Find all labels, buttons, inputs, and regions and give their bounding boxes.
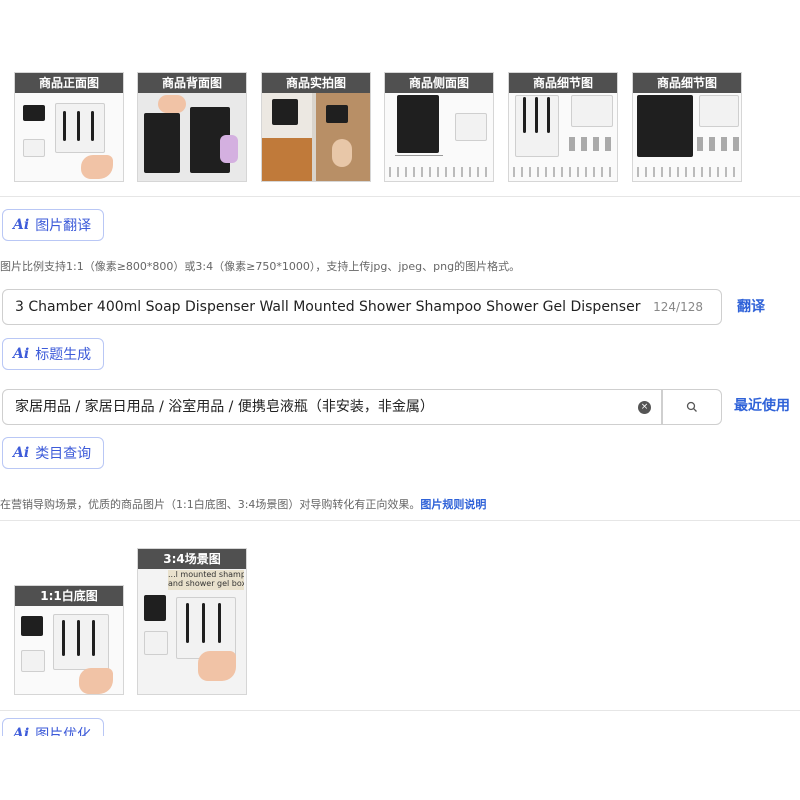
marketing-hint-text: 在营销导购场景，优质的商品图片（1:1白底图、3:4场景图）对导购转化有正向效果… bbox=[0, 498, 421, 511]
image-optimize-clip: Ai 图片优化 bbox=[0, 718, 120, 736]
recently-used-link[interactable]: 最近使用 bbox=[734, 395, 790, 415]
square-white-bg-image[interactable]: 1:1白底图 bbox=[14, 585, 124, 695]
button-label: 图片翻译 bbox=[35, 218, 92, 234]
section-divider bbox=[0, 196, 800, 197]
category-value: 家居用品 / 家居日用品 / 浴室用品 / 便携皂液瓶（非安装，非金属） bbox=[15, 399, 434, 415]
thumbnail-label: 商品细节图 bbox=[633, 73, 741, 93]
title-translate-link[interactable]: 翻译 bbox=[737, 296, 765, 316]
button-label: 图片优化 bbox=[35, 727, 92, 736]
product-image bbox=[385, 93, 493, 181]
thumbnail-label: 商品侧面图 bbox=[385, 73, 493, 93]
title-generate-button[interactable]: Ai 标题生成 bbox=[2, 338, 104, 370]
product-image bbox=[15, 606, 123, 694]
clear-icon[interactable]: × bbox=[638, 401, 651, 414]
product-image bbox=[15, 93, 123, 181]
title-value: 3 Chamber 400ml Soap Dispenser Wall Moun… bbox=[15, 299, 643, 315]
ai-icon: Ai bbox=[13, 445, 30, 461]
thumbnail-label: 商品正面图 bbox=[15, 73, 123, 93]
product-image bbox=[509, 93, 617, 181]
scene-caption: ...l mounted shampoo and shower gel box bbox=[168, 570, 244, 590]
section-divider bbox=[0, 520, 800, 521]
category-query-button[interactable]: Ai 类目查询 bbox=[2, 437, 104, 469]
ai-icon: Ai bbox=[13, 346, 30, 362]
image-rules-link[interactable]: 图片规则说明 bbox=[420, 498, 486, 511]
scene-image-label: 3:4场景图 bbox=[138, 549, 246, 569]
image-optimize-button[interactable]: Ai 图片优化 bbox=[2, 718, 104, 736]
thumbnail-label: 商品背面图 bbox=[138, 73, 246, 93]
thumbnail-real-shot[interactable]: 商品实拍图 bbox=[261, 72, 371, 182]
product-image bbox=[262, 93, 370, 181]
button-label: 类目查询 bbox=[35, 446, 92, 462]
thumbnail-detail-1[interactable]: 商品细节图 bbox=[508, 72, 618, 182]
section-divider bbox=[0, 710, 800, 711]
thumbnail-front[interactable]: 商品正面图 bbox=[14, 72, 124, 182]
image-translate-button[interactable]: Ai 图片翻译 bbox=[2, 209, 104, 241]
image-format-hint: 图片比例支持1:1（像素≥800*800）或3:4（像素≥750*1000），支… bbox=[0, 260, 521, 273]
category-input[interactable]: 家居用品 / 家居日用品 / 浴室用品 / 便携皂液瓶（非安装，非金属） × bbox=[2, 389, 662, 425]
thumbnail-label: 商品实拍图 bbox=[262, 73, 370, 93]
thumbnail-label: 商品细节图 bbox=[509, 73, 617, 93]
ai-icon: Ai bbox=[13, 217, 30, 233]
product-image bbox=[138, 593, 246, 694]
marketing-image-hint: 在营销导购场景，优质的商品图片（1:1白底图、3:4场景图）对导购转化有正向效果… bbox=[0, 496, 486, 512]
product-image bbox=[633, 93, 741, 181]
button-label: 标题生成 bbox=[35, 347, 92, 363]
thumbnail-side[interactable]: 商品侧面图 bbox=[384, 72, 494, 182]
scene-3x4-image[interactable]: 3:4场景图 ...l mounted shampoo and shower g… bbox=[137, 548, 247, 695]
title-input[interactable]: 3 Chamber 400ml Soap Dispenser Wall Moun… bbox=[2, 289, 722, 325]
thumbnail-back[interactable]: 商品背面图 bbox=[137, 72, 247, 182]
product-image bbox=[138, 93, 246, 181]
title-char-counter: 124/128 bbox=[653, 300, 703, 314]
square-image-label: 1:1白底图 bbox=[15, 586, 123, 606]
category-search-button[interactable] bbox=[662, 389, 722, 425]
ai-icon: Ai bbox=[13, 726, 30, 736]
search-icon bbox=[686, 401, 697, 412]
thumbnail-detail-2[interactable]: 商品细节图 bbox=[632, 72, 742, 182]
